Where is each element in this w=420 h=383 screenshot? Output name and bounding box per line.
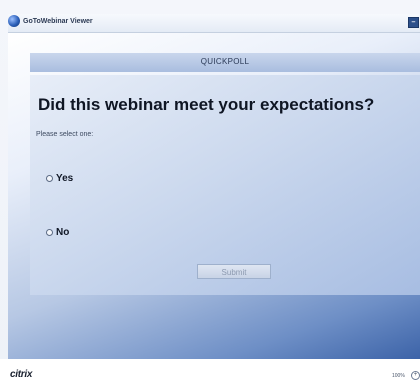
quickpoll-header: QUICKPOLL: [30, 53, 420, 72]
minimize-button[interactable]: –: [408, 17, 419, 28]
footer: citrix 100% +: [0, 359, 420, 383]
radio-icon[interactable]: [46, 175, 53, 182]
radio-icon[interactable]: [46, 229, 53, 236]
viewer-window: GoToWebinar Viewer – QUICKPOLL Did this …: [0, 0, 420, 383]
submit-button[interactable]: Submit: [197, 264, 271, 279]
poll-question: Did this webinar meet your expectations?: [38, 95, 375, 114]
citrix-logo: citrix: [10, 369, 33, 380]
zoom-level: 100%: [392, 373, 405, 379]
globe-icon: [8, 15, 20, 27]
zoom-icon[interactable]: +: [411, 371, 420, 380]
quickpoll-title: QUICKPOLL: [200, 57, 250, 66]
option-no-label: No: [56, 227, 70, 238]
option-yes-label: Yes: [56, 173, 74, 184]
window-title: GoToWebinar Viewer: [23, 18, 93, 25]
option-no[interactable]: No: [46, 227, 69, 238]
poll-area: QUICKPOLL Did this webinar meet your exp…: [8, 33, 420, 359]
option-yes[interactable]: Yes: [46, 173, 73, 184]
poll-panel: Did this webinar meet your expectations?…: [30, 75, 420, 295]
title-bar: GoToWebinar Viewer –: [8, 14, 420, 33]
poll-instruction: Please select one:: [36, 131, 94, 138]
